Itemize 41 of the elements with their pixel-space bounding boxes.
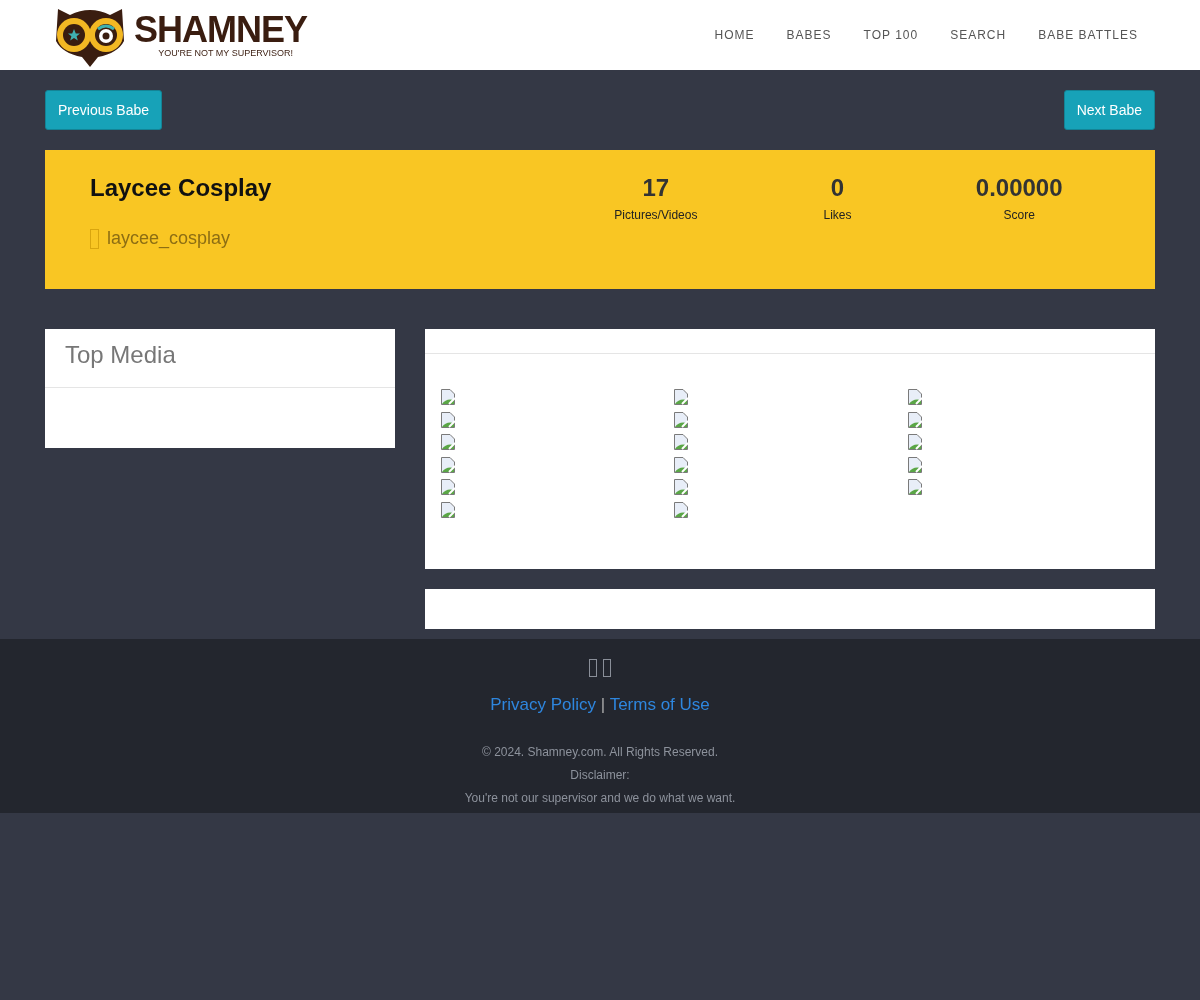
missing-glyph-icon bbox=[90, 228, 99, 249]
broken-image-icon[interactable] bbox=[440, 434, 456, 450]
nav-link[interactable]: SEARCH bbox=[950, 28, 1007, 42]
site-tagline: YOU'RE NOT MY SUPERVISOR! bbox=[158, 48, 294, 58]
profile-name: Laycee Cosplay bbox=[90, 174, 272, 202]
stat-value: 0.00000 bbox=[975, 174, 1063, 202]
broken-image-icon[interactable] bbox=[673, 434, 690, 450]
link-separator: | bbox=[600, 695, 606, 714]
card-title: Top Media bbox=[45, 329, 395, 388]
nav-link[interactable]: BABES bbox=[786, 28, 832, 42]
missing-glyph-icon[interactable] bbox=[589, 659, 597, 677]
broken-image-icon[interactable] bbox=[906, 456, 923, 473]
nav-link[interactable]: BABE BATTLES bbox=[1038, 28, 1138, 42]
terms-of-use-link[interactable]: Terms of Use bbox=[609, 695, 710, 714]
broken-image-icon[interactable] bbox=[673, 479, 690, 495]
missing-glyph-icon[interactable] bbox=[603, 659, 611, 677]
disclaimer-title: Disclaimer: bbox=[570, 768, 630, 782]
stat-label: Score bbox=[1003, 208, 1035, 222]
broken-image-icon[interactable] bbox=[906, 389, 923, 405]
privacy-policy-link[interactable]: Privacy Policy bbox=[490, 695, 597, 714]
broken-image-icon[interactable] bbox=[906, 411, 923, 428]
stat-label: Pictures/Videos bbox=[614, 208, 698, 222]
broken-image-icon[interactable] bbox=[440, 456, 456, 473]
stat-value: 17 bbox=[642, 174, 670, 202]
nav-link[interactable]: TOP 100 bbox=[863, 28, 919, 42]
disclaimer-text: You're not our supervisor and we do what we want. bbox=[464, 791, 736, 805]
broken-image-icon[interactable] bbox=[440, 389, 456, 405]
stat-label: Likes bbox=[823, 208, 852, 222]
broken-image-icon[interactable] bbox=[673, 411, 690, 428]
broken-image-icon[interactable] bbox=[673, 456, 690, 473]
broken-image-icon[interactable] bbox=[906, 479, 923, 495]
site-wordmark[interactable]: SHAMNEY bbox=[134, 12, 308, 48]
broken-image-icon[interactable] bbox=[673, 501, 690, 518]
broken-image-icon[interactable] bbox=[440, 501, 456, 518]
broken-image-icon[interactable] bbox=[906, 434, 923, 450]
stat-value: 0 bbox=[830, 174, 845, 202]
broken-image-icon[interactable] bbox=[440, 411, 456, 428]
nav-link[interactable]: HOME bbox=[714, 28, 755, 42]
broken-image-icon[interactable] bbox=[440, 479, 456, 495]
copyright-text: © 2024. Shamney.com. All Rights Reserved. bbox=[481, 745, 719, 759]
broken-image-icon[interactable] bbox=[673, 389, 690, 405]
